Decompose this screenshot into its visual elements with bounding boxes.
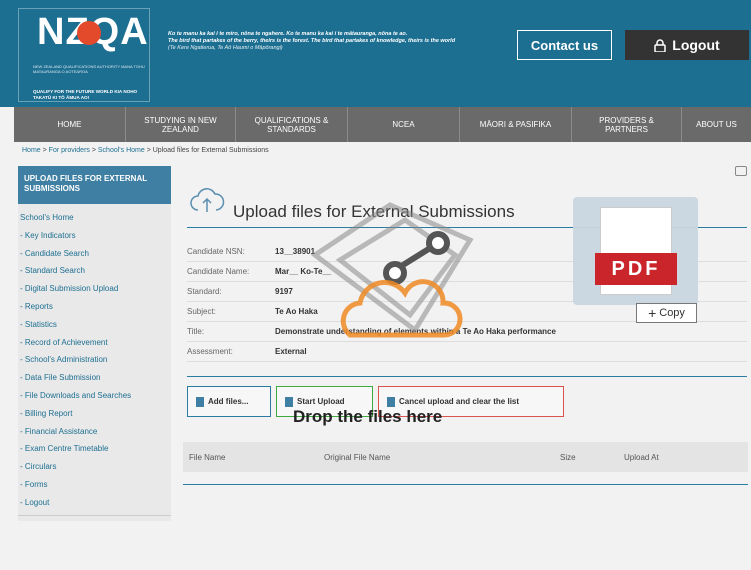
file-table-divider bbox=[183, 484, 748, 485]
nav-home[interactable]: HOME bbox=[14, 107, 126, 142]
main-nav: HOME STUDYING IN NEW ZEALAND QUALIFICATI… bbox=[14, 107, 751, 142]
col-original-file-name: Original File Name bbox=[324, 452, 391, 462]
sidebar-item-financial-assistance[interactable]: - Financial Assistance bbox=[18, 423, 171, 441]
sidebar-item-record-of-achievement[interactable]: - Record of Achievement bbox=[18, 334, 171, 352]
sidebar-item-schools-administration[interactable]: - School's Administration bbox=[18, 351, 171, 369]
file-table-header: File Name Original File Name Size Upload… bbox=[183, 442, 748, 472]
add-files-label: Add files... bbox=[208, 397, 249, 406]
breadcrumb-current: Upload files for External Submissions bbox=[152, 147, 269, 154]
file-icon bbox=[387, 396, 395, 407]
sidebar-item-digital-submission-upload[interactable]: - Digital Submission Upload bbox=[18, 280, 171, 298]
pdf-label: PDF bbox=[595, 253, 677, 285]
start-upload-label: Start Upload bbox=[297, 397, 345, 406]
cancel-label: Cancel upload and clear the list bbox=[399, 397, 520, 406]
breadcrumb-providers[interactable]: For providers bbox=[49, 147, 90, 154]
site-header: NZQA NEW ZEALAND QUALIFICATIONS AUTHORIT… bbox=[0, 0, 751, 107]
breadcrumb-sep: > bbox=[144, 147, 153, 154]
info-label: Candidate Name: bbox=[187, 267, 250, 276]
col-size: Size bbox=[560, 452, 576, 462]
info-value: External bbox=[275, 347, 307, 356]
motto-credit: (Te Kere Ngatierua, Te Aō Haumi o Māpōra… bbox=[168, 45, 283, 51]
copy-label: Copy bbox=[659, 307, 685, 319]
col-file-name: File Name bbox=[189, 452, 226, 462]
sidebar-item-reports[interactable]: - Reports bbox=[18, 298, 171, 316]
sidebar: UPLOAD FILES FOR EXTERNAL SUBMISSIONS Sc… bbox=[18, 166, 171, 521]
col-upload-at: Upload At bbox=[624, 452, 659, 462]
sidebar-heading: UPLOAD FILES FOR EXTERNAL SUBMISSIONS bbox=[18, 166, 171, 204]
sidebar-item-statistics[interactable]: - Statistics bbox=[18, 316, 171, 334]
sidebar-item-schools-home[interactable]: School's Home bbox=[18, 209, 171, 227]
header-motto: Ko te manu ka kai i te miro, nōna te nga… bbox=[168, 31, 498, 52]
upload-icon bbox=[285, 396, 293, 407]
drop-zone-text[interactable]: Drop the files here bbox=[293, 407, 442, 427]
sidebar-item-exam-centre-timetable[interactable]: - Exam Centre Timetable bbox=[18, 440, 171, 458]
sidebar-item-file-downloads[interactable]: - File Downloads and Searches bbox=[18, 387, 171, 405]
add-files-button[interactable]: Add files... bbox=[187, 386, 271, 417]
lock-icon bbox=[654, 38, 667, 52]
info-value: 9197 bbox=[275, 287, 293, 296]
sidebar-item-standard-search[interactable]: - Standard Search bbox=[18, 262, 171, 280]
info-value: 13__38901 bbox=[275, 247, 316, 256]
breadcrumb-school-home[interactable]: School's Home bbox=[98, 147, 145, 154]
info-value: Mar__ Ko-Te__ bbox=[275, 267, 332, 276]
nav-about-us[interactable]: ABOUT US bbox=[682, 107, 751, 142]
info-row-title: Title: Demonstrate understanding of eleme… bbox=[187, 322, 747, 342]
breadcrumb-home[interactable]: Home bbox=[22, 147, 41, 154]
section-divider bbox=[187, 376, 747, 377]
nav-maori-pasifika[interactable]: MĀORI & PASIFIKA bbox=[460, 107, 572, 142]
info-label: Standard: bbox=[187, 287, 222, 296]
info-label: Assessment: bbox=[187, 347, 233, 356]
nav-providers-partners[interactable]: PROVIDERS & PARTNERS bbox=[572, 107, 682, 142]
sidebar-item-circulars[interactable]: - Circulars bbox=[18, 458, 171, 476]
sidebar-item-key-indicators[interactable]: - Key Indicators bbox=[18, 227, 171, 245]
plus-icon: + bbox=[648, 305, 657, 321]
breadcrumb-sep: > bbox=[89, 147, 98, 154]
sidebar-item-forms[interactable]: - Forms bbox=[18, 476, 171, 494]
sidebar-divider bbox=[18, 515, 171, 521]
copy-tooltip: + Copy bbox=[636, 303, 697, 323]
nav-ncea[interactable]: NCEA bbox=[348, 107, 460, 142]
info-label: Title: bbox=[187, 327, 205, 336]
info-value: Demonstrate understanding of elements wi… bbox=[275, 327, 556, 336]
file-icon bbox=[196, 396, 204, 407]
breadcrumb: Home > For providers > School's Home > U… bbox=[22, 147, 269, 154]
logo-tagline: QUALIFY FOR THE FUTURE WORLD KIA NOHO TA… bbox=[33, 89, 138, 100]
info-label: Candidate NSN: bbox=[187, 247, 245, 256]
info-row-assessment: Assessment: External bbox=[187, 342, 747, 362]
sidebar-item-logout[interactable]: - Logout bbox=[18, 494, 171, 512]
nav-qualifications[interactable]: QUALIFICATIONS & STANDARDS bbox=[236, 107, 348, 142]
sidebar-item-data-file-submission[interactable]: - Data File Submission bbox=[18, 369, 171, 387]
motto-english: The bird that partakes of the berry, the… bbox=[168, 38, 456, 44]
motto-maori: Ko te manu ka kai i te miro, nōna te nga… bbox=[168, 31, 408, 37]
breadcrumb-sep: > bbox=[40, 147, 49, 154]
nzqa-logo[interactable]: NZQA NEW ZEALAND QUALIFICATIONS AUTHORIT… bbox=[18, 8, 150, 102]
logo-org-text: NEW ZEALAND QUALIFICATIONS AUTHORITY MAN… bbox=[33, 64, 145, 74]
contact-us-button[interactable]: Contact us bbox=[517, 30, 612, 60]
page-title: Upload files for External Submissions bbox=[233, 202, 515, 221]
logo-fern-icon bbox=[77, 21, 101, 45]
cloud-upload-icon bbox=[190, 188, 225, 212]
logout-label: Logout bbox=[672, 37, 720, 53]
info-label: Subject: bbox=[187, 307, 216, 316]
info-value: Te Ao Haka bbox=[275, 307, 318, 316]
logout-button[interactable]: Logout bbox=[625, 30, 749, 60]
sidebar-list: School's Home - Key Indicators - Candida… bbox=[18, 204, 171, 512]
sidebar-item-billing-report[interactable]: - Billing Report bbox=[18, 405, 171, 423]
sidebar-item-candidate-search[interactable]: - Candidate Search bbox=[18, 245, 171, 263]
nav-studying-in-nz[interactable]: STUDYING IN NEW ZEALAND bbox=[126, 107, 236, 142]
